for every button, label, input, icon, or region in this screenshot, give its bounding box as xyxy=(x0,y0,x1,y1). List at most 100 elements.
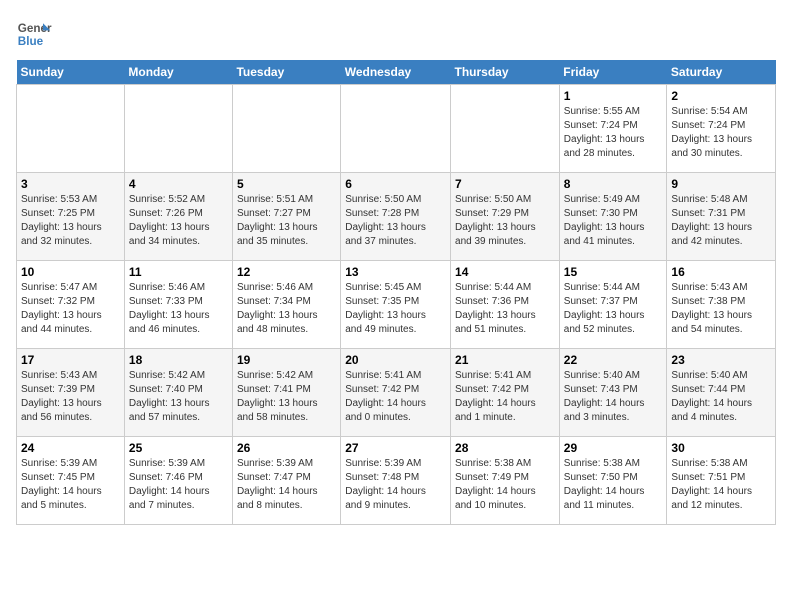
day-cell: 8 Sunrise: 5:49 AM Sunset: 7:30 PM Daylig… xyxy=(559,173,667,261)
day-number: 13 xyxy=(345,265,446,279)
day-info: Sunrise: 5:44 AM Sunset: 7:36 PM Dayligh… xyxy=(455,281,555,337)
day-number: 4 xyxy=(129,177,228,191)
logo-icon: General Blue xyxy=(16,16,52,52)
day-number: 18 xyxy=(129,353,228,367)
weekday-header-friday: Friday xyxy=(559,60,667,85)
day-number: 8 xyxy=(564,177,663,191)
day-number: 30 xyxy=(671,441,771,455)
day-info: Sunrise: 5:39 AM Sunset: 7:47 PM Dayligh… xyxy=(237,457,336,513)
day-cell: 11Sunrise: 5:46 AM Sunset: 7:33 PM Dayli… xyxy=(124,261,232,349)
day-info: Sunrise: 5:43 AM Sunset: 7:38 PM Dayligh… xyxy=(671,281,771,337)
day-cell xyxy=(451,85,560,173)
week-row-1: 1Sunrise: 5:55 AM Sunset: 7:24 PM Daylig… xyxy=(17,85,776,173)
day-info: Sunrise: 5:39 AM Sunset: 7:48 PM Dayligh… xyxy=(345,457,446,513)
day-cell: 2 Sunrise: 5:54 AM Sunset: 7:24 PM Daylig… xyxy=(667,85,776,173)
calendar-table: SundayMondayTuesdayWednesdayThursdayFrid… xyxy=(16,60,776,525)
day-cell: 18 Sunrise: 5:42 AM Sunset: 7:40 PM Dayli… xyxy=(124,349,232,437)
day-number: 5 xyxy=(237,177,336,191)
day-number: 6 xyxy=(345,177,446,191)
day-info: Sunrise: 5:50 AM Sunset: 7:28 PM Dayligh… xyxy=(345,193,446,249)
day-number: 20 xyxy=(345,353,446,367)
day-cell: 20 Sunrise: 5:41 AM Sunset: 7:42 PM Dayli… xyxy=(341,349,451,437)
day-info: Sunrise: 5:40 AM Sunset: 7:43 PM Dayligh… xyxy=(564,369,663,425)
day-cell xyxy=(124,85,232,173)
day-number: 10 xyxy=(21,265,120,279)
day-number: 14 xyxy=(455,265,555,279)
day-info: Sunrise: 5:45 AM Sunset: 7:35 PM Dayligh… xyxy=(345,281,446,337)
day-cell: 6 Sunrise: 5:50 AM Sunset: 7:28 PM Daylig… xyxy=(341,173,451,261)
day-info: Sunrise: 5:42 AM Sunset: 7:40 PM Dayligh… xyxy=(129,369,228,425)
day-cell: 26Sunrise: 5:39 AM Sunset: 7:47 PM Dayli… xyxy=(232,437,340,525)
week-row-5: 24 Sunrise: 5:39 AM Sunset: 7:45 PM Dayli… xyxy=(17,437,776,525)
svg-text:Blue: Blue xyxy=(18,35,44,48)
day-number: 9 xyxy=(671,177,771,191)
day-number: 28 xyxy=(455,441,555,455)
weekday-header-saturday: Saturday xyxy=(667,60,776,85)
day-info: Sunrise: 5:42 AM Sunset: 7:41 PM Dayligh… xyxy=(237,369,336,425)
day-number: 3 xyxy=(21,177,120,191)
day-cell xyxy=(232,85,340,173)
day-cell: 3 Sunrise: 5:53 AM Sunset: 7:25 PM Daylig… xyxy=(17,173,125,261)
day-cell xyxy=(341,85,451,173)
header: General Blue xyxy=(16,16,776,52)
day-cell: 9 Sunrise: 5:48 AM Sunset: 7:31 PM Daylig… xyxy=(667,173,776,261)
day-cell: 12Sunrise: 5:46 AM Sunset: 7:34 PM Dayli… xyxy=(232,261,340,349)
day-number: 23 xyxy=(671,353,771,367)
day-cell: 22 Sunrise: 5:40 AM Sunset: 7:43 PM Dayli… xyxy=(559,349,667,437)
weekday-header-wednesday: Wednesday xyxy=(341,60,451,85)
day-number: 24 xyxy=(21,441,120,455)
week-row-2: 3 Sunrise: 5:53 AM Sunset: 7:25 PM Daylig… xyxy=(17,173,776,261)
day-number: 12 xyxy=(237,265,336,279)
day-cell: 16 Sunrise: 5:43 AM Sunset: 7:38 PM Dayli… xyxy=(667,261,776,349)
day-info: Sunrise: 5:39 AM Sunset: 7:45 PM Dayligh… xyxy=(21,457,120,513)
day-cell: 24 Sunrise: 5:39 AM Sunset: 7:45 PM Dayli… xyxy=(17,437,125,525)
day-cell: 13 Sunrise: 5:45 AM Sunset: 7:35 PM Dayli… xyxy=(341,261,451,349)
day-info: Sunrise: 5:50 AM Sunset: 7:29 PM Dayligh… xyxy=(455,193,555,249)
day-info: Sunrise: 5:49 AM Sunset: 7:30 PM Dayligh… xyxy=(564,193,663,249)
day-info: Sunrise: 5:54 AM Sunset: 7:24 PM Dayligh… xyxy=(671,105,771,161)
day-info: Sunrise: 5:47 AM Sunset: 7:32 PM Dayligh… xyxy=(21,281,120,337)
day-cell: 10 Sunrise: 5:47 AM Sunset: 7:32 PM Dayli… xyxy=(17,261,125,349)
weekday-header-sunday: Sunday xyxy=(17,60,125,85)
day-number: 29 xyxy=(564,441,663,455)
day-number: 2 xyxy=(671,89,771,103)
day-cell: 28 Sunrise: 5:38 AM Sunset: 7:49 PM Dayli… xyxy=(451,437,560,525)
day-cell: 25Sunrise: 5:39 AM Sunset: 7:46 PM Dayli… xyxy=(124,437,232,525)
day-number: 22 xyxy=(564,353,663,367)
day-cell: 1Sunrise: 5:55 AM Sunset: 7:24 PM Daylig… xyxy=(559,85,667,173)
day-cell: 30 Sunrise: 5:38 AM Sunset: 7:51 PM Dayli… xyxy=(667,437,776,525)
week-row-3: 10 Sunrise: 5:47 AM Sunset: 7:32 PM Dayli… xyxy=(17,261,776,349)
day-number: 27 xyxy=(345,441,446,455)
day-cell: 14 Sunrise: 5:44 AM Sunset: 7:36 PM Dayli… xyxy=(451,261,560,349)
day-cell: 23 Sunrise: 5:40 AM Sunset: 7:44 PM Dayli… xyxy=(667,349,776,437)
day-info: Sunrise: 5:48 AM Sunset: 7:31 PM Dayligh… xyxy=(671,193,771,249)
weekday-header-row: SundayMondayTuesdayWednesdayThursdayFrid… xyxy=(17,60,776,85)
day-number: 19 xyxy=(237,353,336,367)
day-cell: 19 Sunrise: 5:42 AM Sunset: 7:41 PM Dayli… xyxy=(232,349,340,437)
weekday-header-monday: Monday xyxy=(124,60,232,85)
day-info: Sunrise: 5:38 AM Sunset: 7:49 PM Dayligh… xyxy=(455,457,555,513)
day-info: Sunrise: 5:44 AM Sunset: 7:37 PM Dayligh… xyxy=(564,281,663,337)
day-info: Sunrise: 5:38 AM Sunset: 7:51 PM Dayligh… xyxy=(671,457,771,513)
day-number: 7 xyxy=(455,177,555,191)
weekday-header-tuesday: Tuesday xyxy=(232,60,340,85)
day-info: Sunrise: 5:41 AM Sunset: 7:42 PM Dayligh… xyxy=(345,369,446,425)
day-cell: 17Sunrise: 5:43 AM Sunset: 7:39 PM Dayli… xyxy=(17,349,125,437)
day-info: Sunrise: 5:40 AM Sunset: 7:44 PM Dayligh… xyxy=(671,369,771,425)
logo: General Blue xyxy=(16,16,54,52)
day-number: 25 xyxy=(129,441,228,455)
day-info: Sunrise: 5:46 AM Sunset: 7:33 PM Dayligh… xyxy=(129,281,228,337)
day-cell xyxy=(17,85,125,173)
day-cell: 27 Sunrise: 5:39 AM Sunset: 7:48 PM Dayli… xyxy=(341,437,451,525)
day-info: Sunrise: 5:38 AM Sunset: 7:50 PM Dayligh… xyxy=(564,457,663,513)
day-number: 17 xyxy=(21,353,120,367)
day-number: 16 xyxy=(671,265,771,279)
day-number: 21 xyxy=(455,353,555,367)
day-info: Sunrise: 5:53 AM Sunset: 7:25 PM Dayligh… xyxy=(21,193,120,249)
day-info: Sunrise: 5:41 AM Sunset: 7:42 PM Dayligh… xyxy=(455,369,555,425)
day-cell: 5Sunrise: 5:51 AM Sunset: 7:27 PM Daylig… xyxy=(232,173,340,261)
day-cell: 29 Sunrise: 5:38 AM Sunset: 7:50 PM Dayli… xyxy=(559,437,667,525)
day-info: Sunrise: 5:55 AM Sunset: 7:24 PM Dayligh… xyxy=(564,105,663,161)
day-cell: 4Sunrise: 5:52 AM Sunset: 7:26 PM Daylig… xyxy=(124,173,232,261)
day-cell: 21 Sunrise: 5:41 AM Sunset: 7:42 PM Dayli… xyxy=(451,349,560,437)
